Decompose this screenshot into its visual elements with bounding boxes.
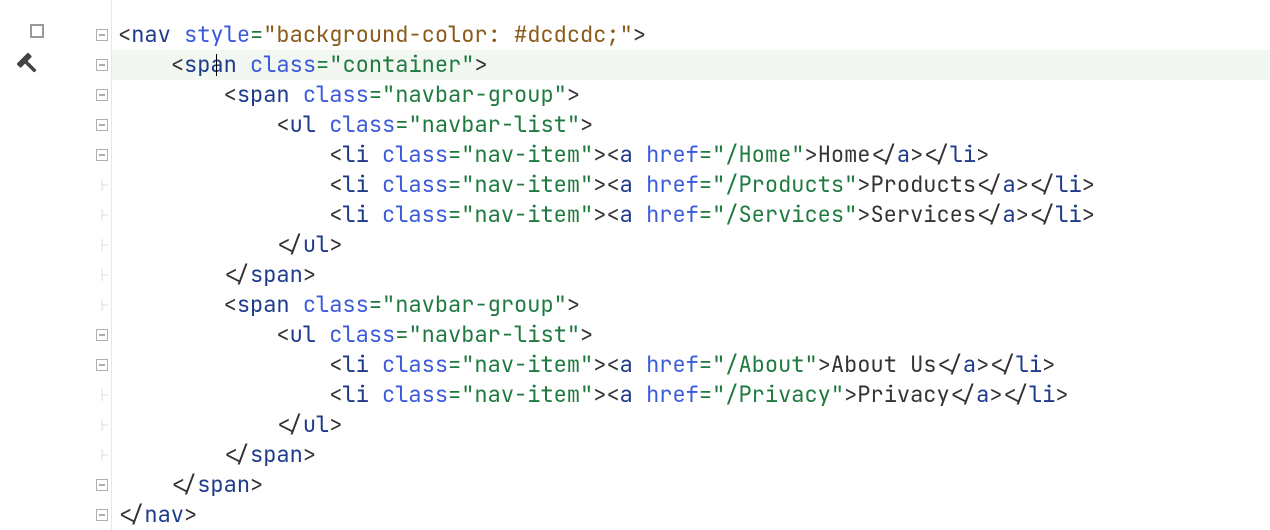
icons-gutter xyxy=(0,0,56,530)
fold-toggle-icon[interactable] xyxy=(96,509,108,521)
code-line[interactable]: <ul class="navbar-list"> xyxy=(112,110,1270,140)
fold-toggle-icon[interactable] xyxy=(96,149,108,161)
code-line[interactable]: <li class="nav-item"><a href="/Products"… xyxy=(112,170,1270,200)
fold-toggle-icon[interactable] xyxy=(96,299,108,311)
fold-toggle-icon[interactable] xyxy=(96,29,108,41)
code-area[interactable]: <nav style="background-color: #dcdcdc;">… xyxy=(112,0,1270,530)
code-line[interactable]: <span class="container"> xyxy=(112,50,1270,80)
fold-toggle-icon[interactable] xyxy=(96,59,108,71)
fold-toggle-icon[interactable] xyxy=(96,419,108,431)
code-line[interactable]: </span> xyxy=(112,470,1270,500)
code-line[interactable]: <nav style="background-color: #dcdcdc;"> xyxy=(112,20,1270,50)
build-hammer-icon[interactable] xyxy=(14,50,42,85)
fold-toggle-icon[interactable] xyxy=(96,359,108,371)
code-line[interactable]: <li class="nav-item"><a href="/Services"… xyxy=(112,200,1270,230)
code-line[interactable]: </nav> xyxy=(112,500,1270,530)
breakpoint-box-icon[interactable] xyxy=(30,24,44,38)
code-line[interactable]: <li class="nav-item"><a href="/Home">Hom… xyxy=(112,140,1270,170)
fold-toggle-icon[interactable] xyxy=(96,179,108,191)
code-line[interactable]: </ul> xyxy=(112,230,1270,260)
code-line[interactable]: </ul> xyxy=(112,410,1270,440)
fold-gutter xyxy=(56,0,112,530)
fold-toggle-icon[interactable] xyxy=(96,479,108,491)
fold-toggle-icon[interactable] xyxy=(96,449,108,461)
code-line[interactable]: <ul class="navbar-list"> xyxy=(112,320,1270,350)
code-line[interactable]: </span> xyxy=(112,260,1270,290)
code-line[interactable]: <li class="nav-item"><a href="/Privacy">… xyxy=(112,380,1270,410)
fold-toggle-icon[interactable] xyxy=(96,209,108,221)
code-line[interactable]: <li class="nav-item"><a href="/About">Ab… xyxy=(112,350,1270,380)
fold-toggle-icon[interactable] xyxy=(96,389,108,401)
code-line[interactable]: </span> xyxy=(112,440,1270,470)
fold-toggle-icon[interactable] xyxy=(96,329,108,341)
fold-toggle-icon[interactable] xyxy=(96,269,108,281)
code-line[interactable]: <span class="navbar-group"> xyxy=(112,290,1270,320)
fold-toggle-icon[interactable] xyxy=(96,119,108,131)
code-line[interactable]: <span class="navbar-group"> xyxy=(112,80,1270,110)
code-editor: <nav style="background-color: #dcdcdc;">… xyxy=(0,0,1270,530)
fold-toggle-icon[interactable] xyxy=(96,239,108,251)
fold-toggle-icon[interactable] xyxy=(96,89,108,101)
